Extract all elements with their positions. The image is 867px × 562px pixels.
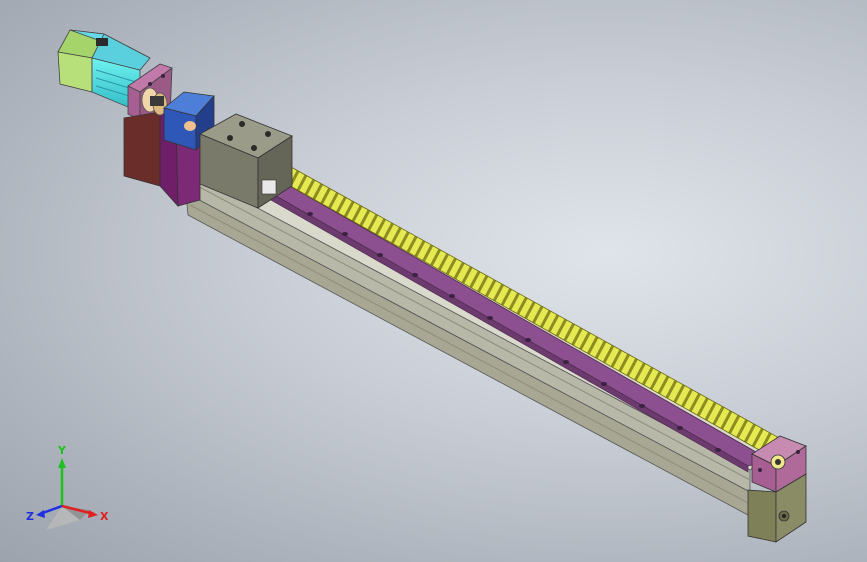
y-arrow-icon [58,458,66,468]
base-extrusion[interactable] [184,167,769,516]
linear-guide-rail[interactable] [260,185,772,473]
y-axis-label: Y [57,444,67,457]
x-axis-label: X [100,510,109,523]
model-view[interactable] [0,0,867,562]
orientation-triad[interactable]: Y X Z [10,440,130,560]
z-arrow-icon [36,510,45,518]
x-arrow-icon [88,510,98,518]
z-axis-label: Z [26,510,34,523]
graphics-viewport[interactable]: Y X Z [0,0,867,562]
ball-screw[interactable] [261,161,791,457]
